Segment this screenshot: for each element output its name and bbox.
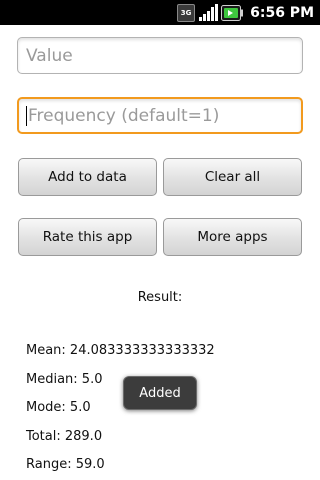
more-apps-button[interactable]: More apps <box>163 218 302 256</box>
mode-value: Mode: 5.0 <box>26 400 91 415</box>
frequency-placeholder: Frequency (default=1) <box>28 105 220 126</box>
added-toast: Added <box>123 376 197 410</box>
rate-app-button[interactable]: Rate this app <box>18 218 157 256</box>
network-type-label: 3G <box>180 9 192 17</box>
status-bar: 3G 6:56 PM <box>0 0 320 25</box>
result-label: Result: <box>137 290 183 305</box>
value-input[interactable]: Value <box>17 37 303 74</box>
total-value: Total: 289.0 <box>26 429 103 444</box>
mean-value: Mean: 24.083333333333332 <box>26 343 215 358</box>
value-placeholder: Value <box>26 45 73 66</box>
signal-icon <box>198 3 219 22</box>
clear-all-button[interactable]: Clear all <box>163 158 302 196</box>
status-time: 6:56 PM <box>250 4 314 21</box>
text-cursor <box>26 105 27 126</box>
frequency-input[interactable]: Frequency (default=1) <box>17 97 303 134</box>
add-to-data-button[interactable]: Add to data <box>18 158 157 196</box>
status-icons: 3G 6:56 PM <box>177 0 314 25</box>
main-content: Value Frequency (default=1) Add to data … <box>0 25 320 480</box>
battery-icon <box>221 4 244 22</box>
median-value: Median: 5.0 <box>26 372 103 387</box>
range-value: Range: 59.0 <box>26 457 105 472</box>
3g-icon: 3G <box>177 3 196 22</box>
